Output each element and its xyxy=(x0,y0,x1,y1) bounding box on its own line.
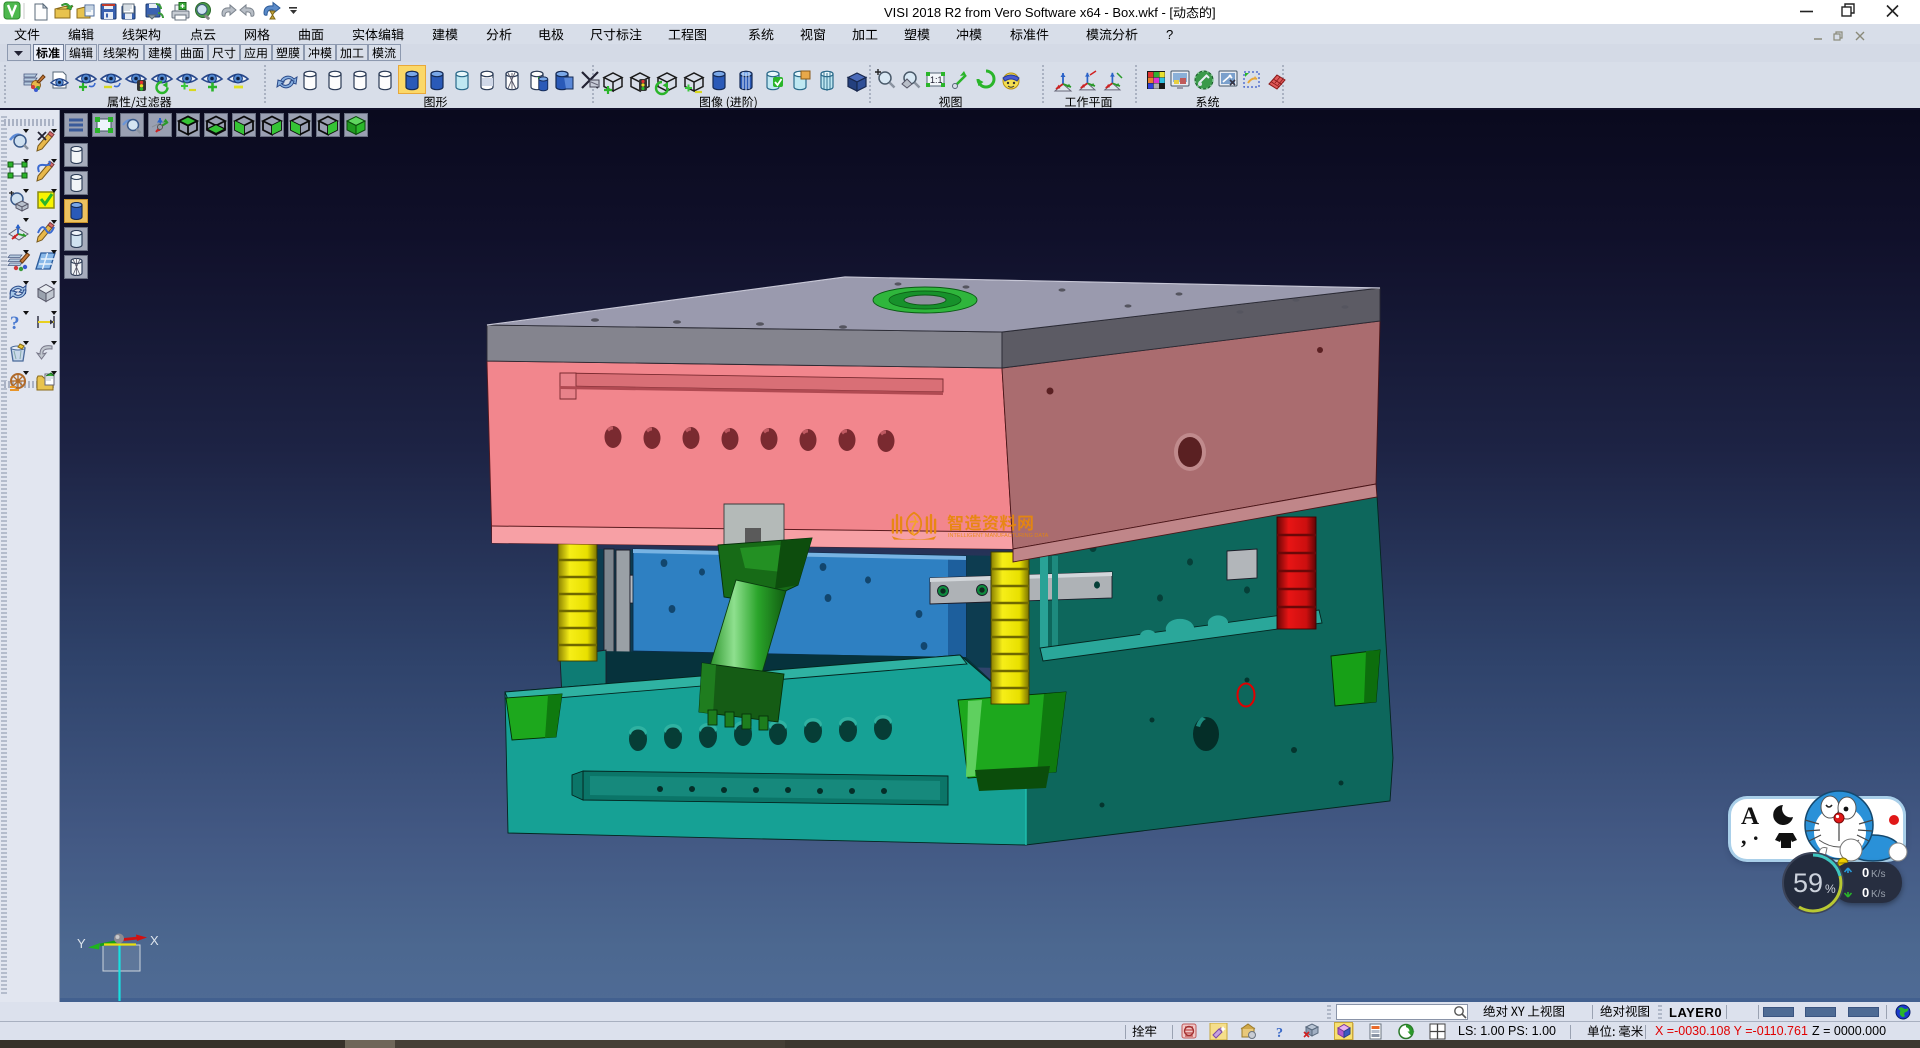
svg-text:59: 59 xyxy=(1793,868,1823,898)
svg-text:Y: Y xyxy=(77,936,86,951)
svg-text:?: ? xyxy=(1276,1026,1283,1040)
svg-text:X: X xyxy=(150,933,159,948)
svg-text:1:1: 1:1 xyxy=(930,75,943,85)
svg-text:?: ? xyxy=(10,313,20,334)
